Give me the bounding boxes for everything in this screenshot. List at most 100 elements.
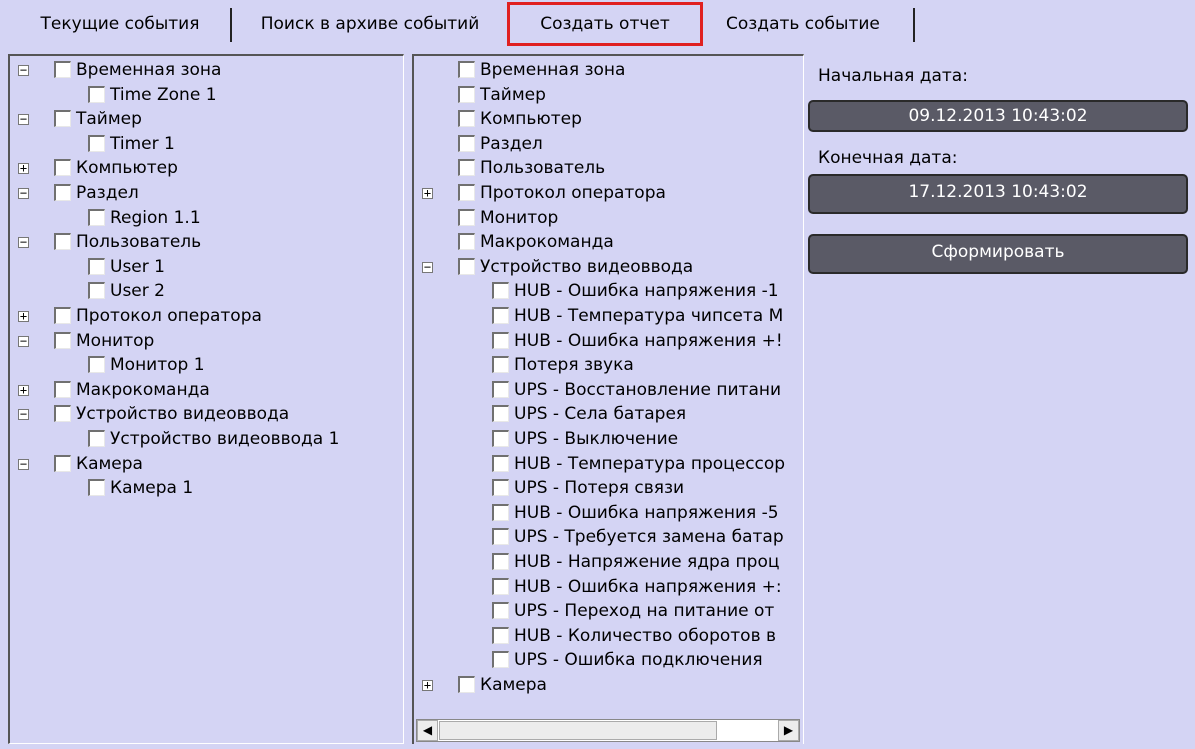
tree-checkbox[interactable] bbox=[492, 380, 509, 398]
tree-checkbox[interactable] bbox=[458, 110, 475, 128]
tab-create-event[interactable]: Создать событие bbox=[712, 6, 912, 42]
tree-checkbox[interactable] bbox=[458, 85, 475, 103]
tree-checkbox[interactable] bbox=[54, 405, 71, 423]
tree-item-label: UPS - Требуется замена батар bbox=[514, 527, 784, 548]
tree-item-label: Монитор bbox=[76, 330, 155, 351]
tree-checkbox[interactable] bbox=[492, 454, 509, 472]
tree-checkbox[interactable] bbox=[54, 233, 71, 251]
tree-checkbox[interactable] bbox=[492, 626, 509, 644]
collapse-icon[interactable]: − bbox=[18, 458, 29, 470]
scroll-right-icon[interactable]: ▶ bbox=[778, 720, 799, 741]
tree-item-label: Камера bbox=[76, 453, 143, 474]
tree-checkbox[interactable] bbox=[54, 159, 71, 177]
event-tree-panel[interactable]: Временная зона Таймер Компьютер Раздел Польз… bbox=[412, 54, 804, 744]
tree-checkbox[interactable] bbox=[88, 282, 105, 300]
collapse-icon[interactable]: − bbox=[422, 261, 433, 273]
tab-archive-search[interactable]: Поиск в архиве событий bbox=[240, 6, 500, 42]
tree-item-label: UPS - Восстановление питани bbox=[514, 379, 782, 400]
scrollbar-thumb[interactable] bbox=[439, 721, 717, 740]
tree-item-label: Пользователь bbox=[76, 232, 202, 253]
tree-item-label: Потеря звука bbox=[514, 355, 634, 376]
tree-checkbox[interactable] bbox=[492, 602, 509, 620]
collapse-icon[interactable]: − bbox=[18, 236, 29, 249]
tree-item-label: Камера 1 bbox=[110, 478, 194, 499]
collapse-icon[interactable]: − bbox=[18, 64, 29, 76]
end-date-field[interactable]: 17.12.2013 10:43:02 bbox=[808, 174, 1188, 214]
tree-checkbox[interactable] bbox=[54, 331, 71, 349]
generate-report-button[interactable]: Сформировать bbox=[808, 234, 1188, 274]
tree-checkbox[interactable] bbox=[492, 503, 509, 521]
tree-item-label: Region 1.1 bbox=[110, 207, 201, 228]
tree-checkbox[interactable] bbox=[88, 257, 105, 275]
tree-item-label: HUB - Ошибка напряжения +! bbox=[514, 330, 783, 351]
tree-checkbox[interactable] bbox=[54, 61, 71, 78]
expand-icon[interactable]: + bbox=[422, 679, 433, 691]
tree-checkbox[interactable] bbox=[54, 454, 71, 472]
tree-checkbox[interactable] bbox=[458, 208, 475, 226]
tree-checkbox[interactable] bbox=[458, 257, 475, 275]
tree-item-label: UPS - Села батарея bbox=[514, 404, 687, 425]
tree-item-label: Макрокоманда bbox=[480, 232, 614, 253]
tree-checkbox[interactable] bbox=[492, 479, 509, 497]
tree-item-label: Компьютер bbox=[480, 109, 582, 130]
tree-checkbox[interactable] bbox=[492, 282, 509, 300]
expand-icon[interactable]: + bbox=[422, 187, 433, 199]
tree-item-label: HUB - Ошибка напряжения -1 bbox=[514, 281, 779, 302]
tree-checkbox[interactable] bbox=[458, 159, 475, 177]
tree-checkbox[interactable] bbox=[492, 430, 509, 447]
tree-checkbox[interactable] bbox=[88, 208, 105, 226]
tree-checkbox[interactable] bbox=[88, 85, 105, 103]
tree-checkbox[interactable] bbox=[88, 479, 105, 497]
tree-checkbox[interactable] bbox=[492, 331, 509, 349]
expand-icon[interactable]: + bbox=[18, 162, 29, 175]
tree-item-label: UPS - Переход на питание от bbox=[514, 601, 775, 622]
tree-checkbox[interactable] bbox=[492, 577, 509, 595]
collapse-icon[interactable]: − bbox=[18, 187, 29, 199]
tree-item-label: HUB - Температура процессор bbox=[514, 453, 786, 474]
tab-create-report[interactable]: Создать отчет bbox=[507, 2, 703, 46]
tree-checkbox[interactable] bbox=[54, 380, 71, 398]
tree-checkbox[interactable] bbox=[458, 61, 475, 78]
tree-checkbox[interactable] bbox=[492, 405, 509, 423]
tree-checkbox[interactable] bbox=[88, 134, 105, 152]
tree-item-label: Раздел bbox=[76, 183, 139, 203]
tree-checkbox[interactable] bbox=[492, 356, 509, 374]
tree-checkbox[interactable] bbox=[492, 651, 509, 669]
collapse-icon[interactable]: − bbox=[18, 408, 29, 421]
tree-checkbox[interactable] bbox=[458, 134, 475, 152]
tree-item-label: User 2 bbox=[110, 281, 165, 302]
tab-current-events[interactable]: Текущие события bbox=[14, 6, 226, 42]
tree-checkbox[interactable] bbox=[458, 233, 475, 251]
horizontal-scrollbar[interactable]: ◀ ▶ bbox=[416, 719, 800, 742]
tree-item-label: Устройство видеоввода bbox=[76, 404, 290, 425]
tree-item-label: Time Zone 1 bbox=[110, 84, 217, 105]
tree-checkbox[interactable] bbox=[54, 184, 71, 201]
tree-checkbox[interactable] bbox=[54, 307, 71, 324]
object-tree-panel[interactable]: − Временная зона Time Zone 1 − Таймер Timer 1… bbox=[8, 54, 404, 744]
tree-item-label: Устройство видеоввода bbox=[480, 256, 694, 277]
tree-checkbox[interactable] bbox=[458, 676, 475, 693]
tree-checkbox[interactable] bbox=[492, 307, 509, 324]
tree-item-label: HUB - Ошибка напряжения -5 bbox=[514, 502, 779, 523]
expand-icon[interactable]: + bbox=[18, 384, 29, 396]
tree-checkbox[interactable] bbox=[88, 430, 105, 447]
tree-checkbox[interactable] bbox=[492, 528, 509, 546]
tree-item-label: HUB - Температура чипсета М bbox=[514, 306, 784, 326]
scroll-left-icon[interactable]: ◀ bbox=[417, 720, 438, 741]
tree-checkbox[interactable] bbox=[54, 110, 71, 128]
expand-icon[interactable]: + bbox=[18, 310, 29, 322]
collapse-icon[interactable]: − bbox=[18, 335, 29, 347]
collapse-icon[interactable]: − bbox=[18, 113, 29, 126]
tree-checkbox[interactable] bbox=[88, 356, 105, 374]
tree-item-label: Макрокоманда bbox=[76, 379, 210, 400]
tree-item-label: Монитор 1 bbox=[110, 355, 205, 376]
tree-item-label: UPS - Выключение bbox=[514, 429, 679, 449]
tree-item-label: Временная зона bbox=[76, 60, 222, 80]
tree-item-label: Камера bbox=[480, 675, 547, 695]
tree-item-label: Компьютер bbox=[76, 158, 178, 179]
tree-checkbox[interactable] bbox=[492, 553, 509, 570]
tree-item-label: User 1 bbox=[110, 256, 165, 277]
report-window: Текущие события Поиск в архиве событий С… bbox=[0, 0, 1195, 749]
start-date-field[interactable]: 09.12.2013 10:43:02 bbox=[808, 100, 1188, 132]
tree-checkbox[interactable] bbox=[458, 184, 475, 201]
